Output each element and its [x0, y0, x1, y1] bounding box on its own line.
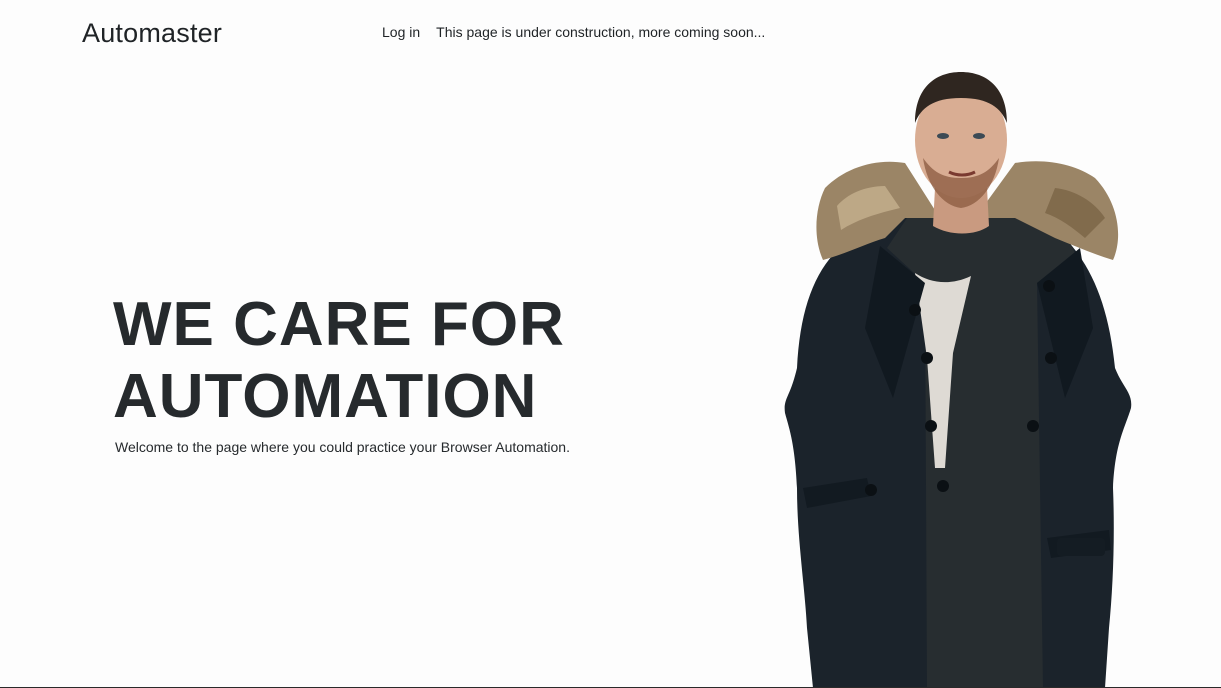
hero-person-image	[784, 72, 1132, 688]
page: Automaster Log in This page is under con…	[0, 0, 1221, 688]
top-nav: Log in This page is under construction, …	[382, 23, 765, 41]
construction-notice: This page is under construction, more co…	[436, 24, 766, 40]
login-link[interactable]: Log in	[382, 23, 420, 41]
hero-title-line-1: WE CARE FOR	[113, 290, 565, 359]
brand-logo-link[interactable]: Automaster	[82, 16, 222, 50]
hero-title-line-2: AUTOMATION	[113, 362, 538, 431]
hero-subtitle: Welcome to the page where you could prac…	[115, 439, 570, 455]
hero-title: WE CARE FOR AUTOMATION	[113, 289, 565, 433]
